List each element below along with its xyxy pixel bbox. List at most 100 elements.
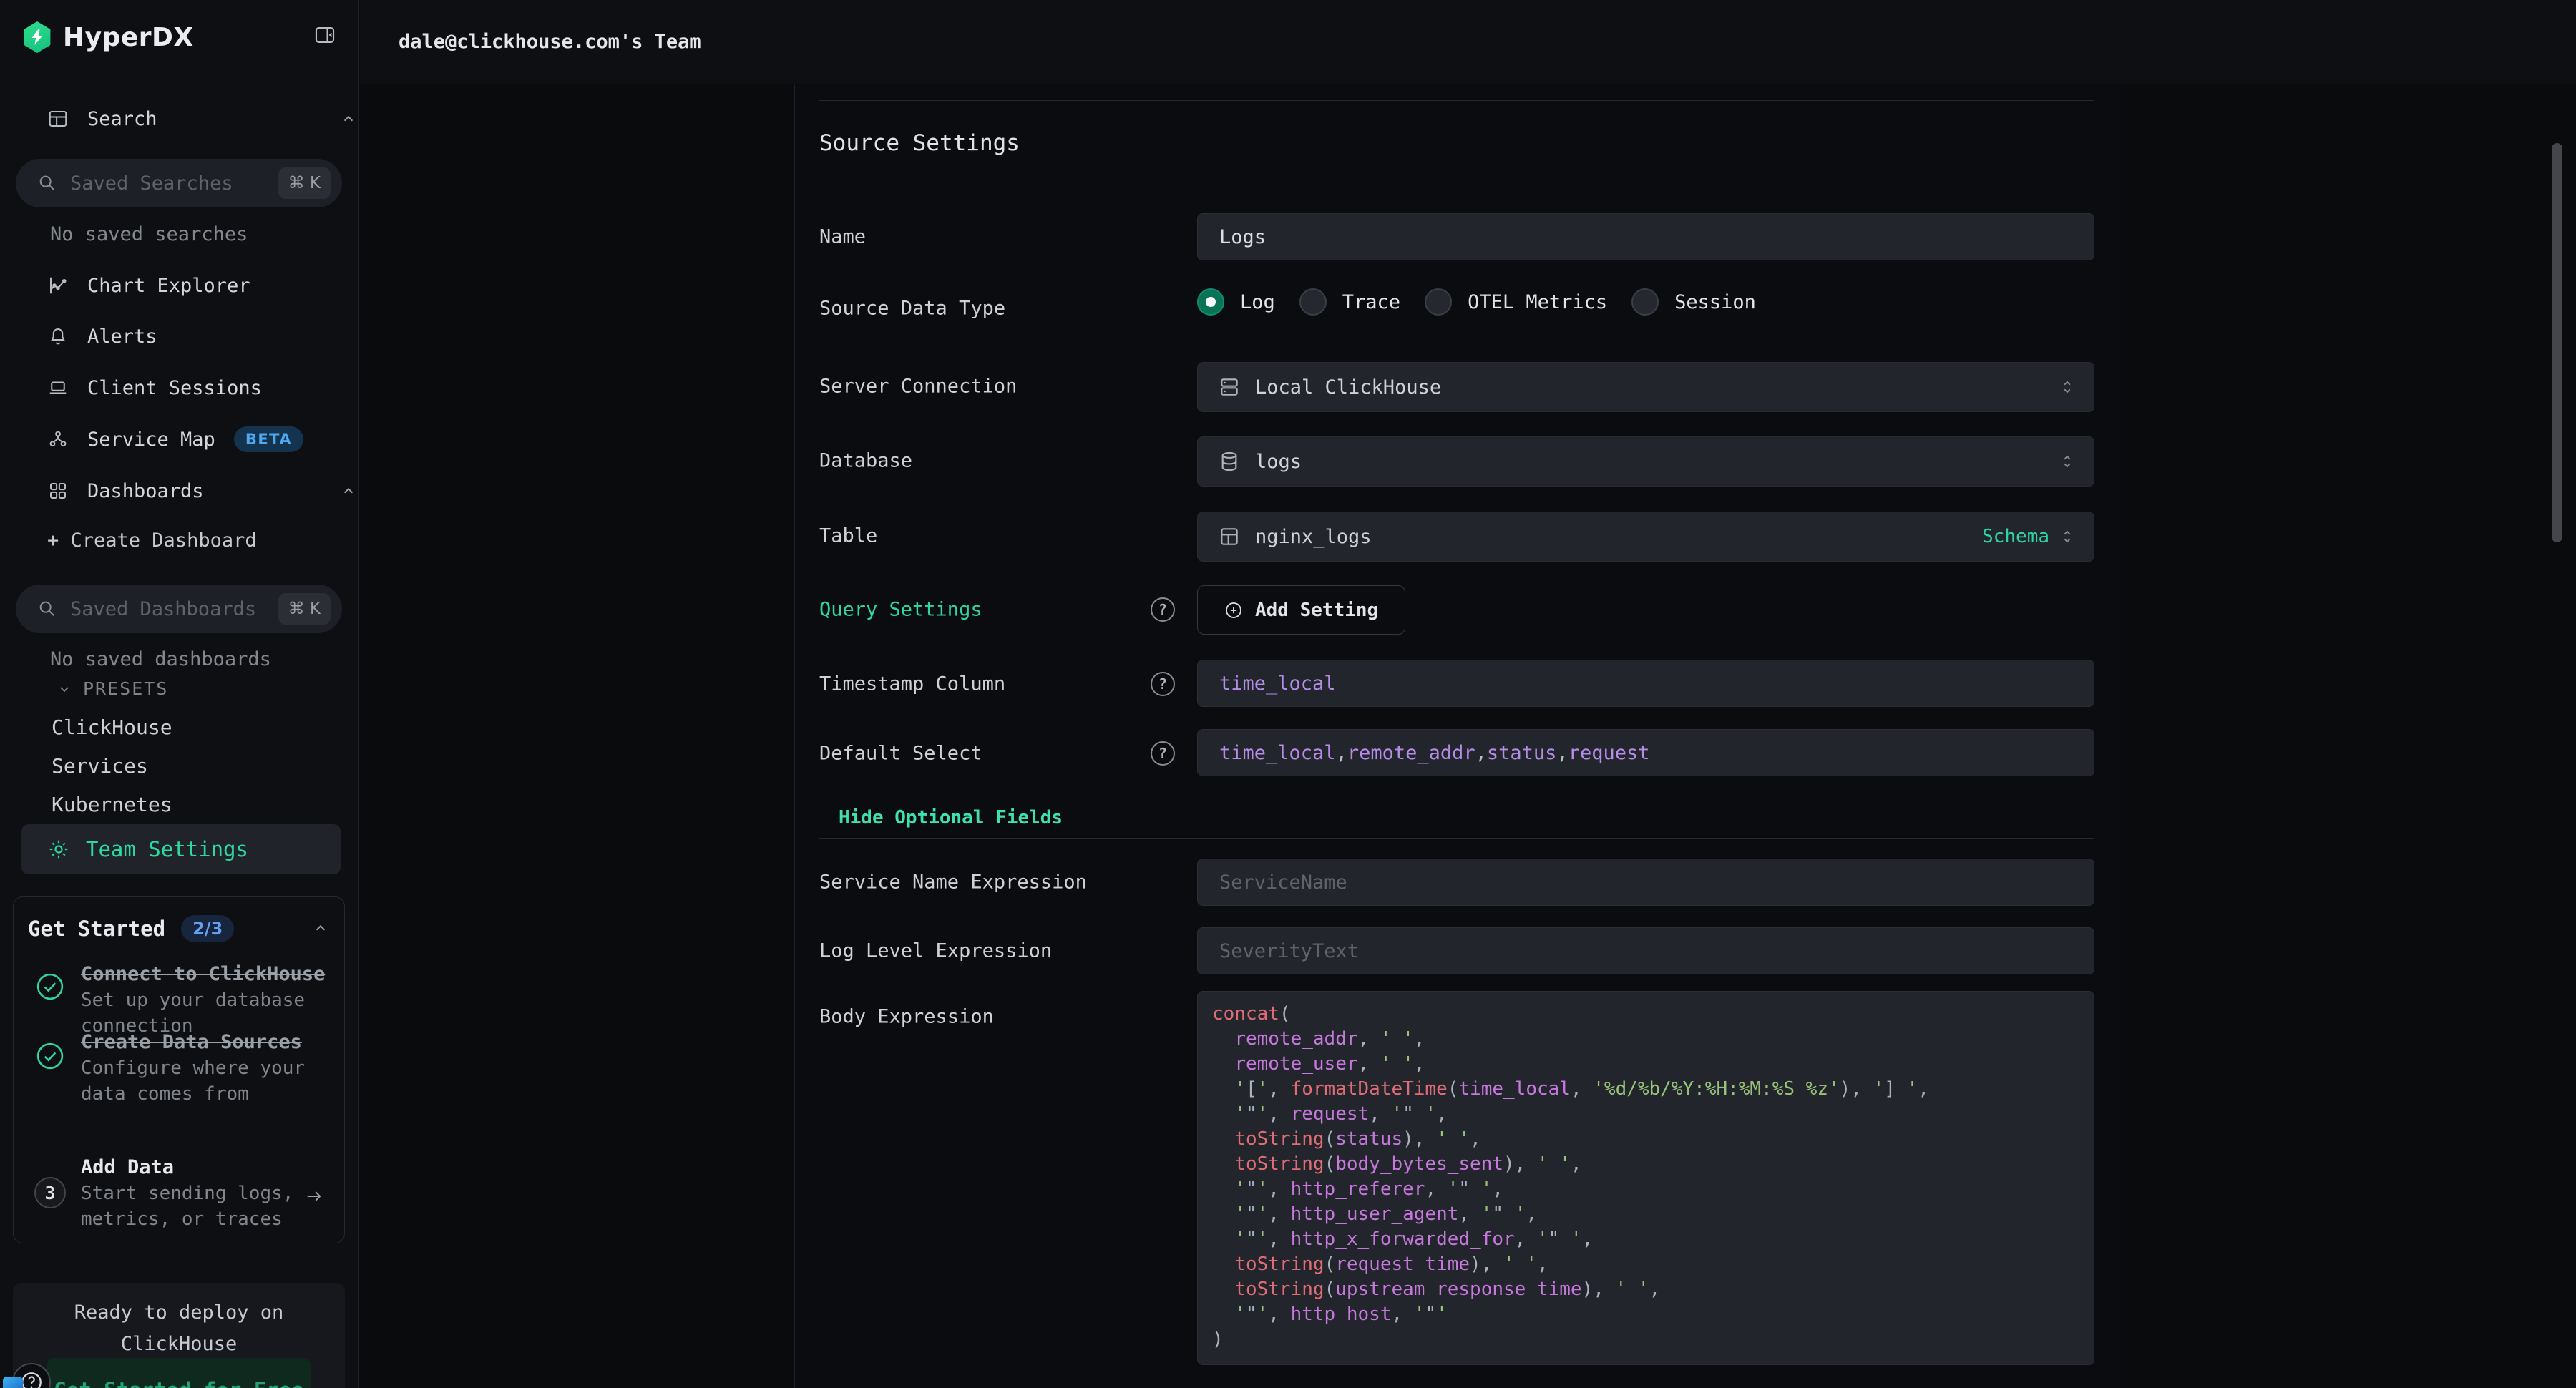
timestamp-column-label: Timestamp Column: [819, 673, 1005, 695]
selector-chevrons-icon: [2058, 527, 2077, 546]
radio-option-trace[interactable]: Trace: [1299, 288, 1400, 316]
radio-unselected[interactable]: [1425, 288, 1452, 316]
database-label: Database: [819, 450, 912, 472]
step-title: Connect to ClickHouse: [81, 962, 330, 987]
chevron-up-icon[interactable]: [339, 482, 358, 500]
chart-explorer-icon: [47, 275, 69, 296]
main-content: Source Settings Name Source Data Type Lo…: [360, 85, 2576, 1388]
saved-dashboards-placeholder: Saved Dashboards: [70, 598, 278, 620]
radio-option-log[interactable]: Log: [1197, 288, 1275, 316]
log-level-expression-input[interactable]: [1197, 927, 2094, 974]
sidebar-item-services[interactable]: Services: [52, 754, 148, 778]
sidebar-item-search[interactable]: Search: [47, 100, 157, 137]
timestamp-column-input[interactable]: time_local: [1197, 660, 2094, 707]
service-name-expression-label: Service Name Expression: [819, 871, 1087, 894]
shortcut-badge: ⌘ K: [278, 593, 331, 625]
step-subtitle-line: Set up your database: [81, 987, 330, 1013]
sidebar-item-service-map[interactable]: Service Map BETA: [47, 421, 303, 458]
default-select-input[interactable]: time_local, remote_addr, status, request: [1197, 729, 2094, 776]
get-started-free-button[interactable]: Get Started for Free: [47, 1358, 311, 1388]
get-started-header[interactable]: Get Started 2/3: [28, 913, 330, 944]
radio-unselected[interactable]: [1299, 288, 1327, 316]
name-input[interactable]: [1197, 213, 2094, 260]
radio-option-otel-metrics[interactable]: OTEL Metrics: [1425, 288, 1607, 316]
step-title: Add Data: [81, 1155, 330, 1181]
sidebar-item-dashboards[interactable]: Dashboards: [47, 472, 204, 509]
step-number-circle: 3: [34, 1177, 66, 1208]
beta-badge: BETA: [234, 426, 303, 452]
hyperdx-logo-icon: [23, 21, 52, 53]
service-name-expression-input[interactable]: [1197, 859, 2094, 906]
scrollbar-thumb[interactable]: [2552, 143, 2562, 542]
sidebar-item-label: Alerts: [87, 326, 157, 348]
get-started-title: Get Started: [28, 917, 165, 941]
query-settings-help-icon[interactable]: ?: [1151, 597, 1175, 622]
get-started-step-3[interactable]: 3 Add Data Start sending logs, metrics, …: [34, 1155, 330, 1232]
source-data-type-label: Source Data Type: [819, 298, 1005, 320]
section-divider: [819, 838, 2094, 839]
page-title: Source Settings: [819, 130, 1020, 156]
devtools-button[interactable]: [3, 1377, 23, 1388]
database-value: logs: [1255, 451, 1302, 473]
chevron-up-icon[interactable]: [339, 109, 358, 128]
no-saved-dashboards-text: No saved dashboards: [50, 648, 271, 670]
create-dashboard-label: + Create Dashboard: [47, 529, 257, 552]
default-select-help-icon[interactable]: ?: [1151, 741, 1175, 766]
radio-selected[interactable]: [1197, 288, 1224, 316]
sidebar-item-label: Client Sessions: [87, 377, 262, 399]
chevron-down-icon: [56, 680, 73, 698]
check-circle-icon: [34, 971, 66, 1002]
clickhouse-cloud-promo: Ready to deploy on ClickHouse Cloud? Get…: [13, 1283, 345, 1388]
radio-option-session[interactable]: Session: [1631, 288, 1756, 316]
schema-button[interactable]: Schema: [1982, 526, 2049, 547]
saved-searches-input[interactable]: Saved Searches ⌘ K: [16, 159, 342, 207]
add-setting-button[interactable]: Add Setting: [1197, 585, 1405, 635]
shortcut-badge: ⌘ K: [278, 167, 331, 199]
selector-chevrons-icon: [2058, 378, 2077, 396]
search-icon: [37, 599, 57, 619]
database-icon: [1218, 450, 1241, 473]
step-subtitle-line: Configure where your: [81, 1055, 330, 1081]
radio-unselected[interactable]: [1631, 288, 1659, 316]
get-started-step-2[interactable]: Create Data Sources Configure where your…: [34, 1030, 330, 1107]
sidebar-item-label: Chart Explorer: [87, 275, 250, 297]
sidebar-item-client-sessions[interactable]: Client Sessions: [47, 369, 262, 406]
team-title: dale@clickhouse.com's Team: [399, 31, 701, 53]
step-subtitle-line: data comes from: [81, 1081, 330, 1107]
search-icon: [37, 173, 57, 193]
selector-chevrons-icon: [2058, 452, 2077, 471]
sidebar-item-label: Dashboards: [87, 480, 204, 502]
create-dashboard-button[interactable]: + Create Dashboard: [47, 522, 257, 559]
no-saved-searches-text: No saved searches: [50, 223, 248, 245]
sidebar-collapse-icon[interactable]: [313, 23, 337, 47]
team-settings-label: Team Settings: [86, 837, 248, 861]
sidebar-item-kubernetes[interactable]: Kubernetes: [52, 793, 172, 816]
add-setting-label: Add Setting: [1255, 600, 1378, 621]
chevron-up-icon[interactable]: [311, 919, 330, 937]
server-connection-label: Server Connection: [819, 376, 1017, 398]
timestamp-help-icon[interactable]: ?: [1151, 672, 1175, 696]
sidebar-item-clickhouse[interactable]: ClickHouse: [52, 715, 172, 739]
sidebar-item-chart-explorer[interactable]: Chart Explorer: [47, 267, 250, 304]
sidebar-item-team-settings[interactable]: Team Settings: [21, 824, 341, 874]
body-expression-editor[interactable]: concat( remote_addr, ' ', remote_user, '…: [1197, 991, 2094, 1365]
presets-label: PRESETS: [83, 678, 168, 699]
name-label: Name: [819, 226, 866, 248]
database-select[interactable]: logs: [1197, 436, 2094, 487]
step-title: Create Data Sources: [81, 1030, 330, 1055]
arrow-right-icon: [304, 1186, 324, 1206]
server-icon: [1218, 376, 1241, 399]
source-data-type-radio-group: Log Trace OTEL Metrics Session: [1197, 285, 1756, 318]
check-circle-icon: [34, 1040, 66, 1072]
server-connection-select[interactable]: Local ClickHouse: [1197, 362, 2094, 412]
hide-optional-fields-link[interactable]: Hide Optional Fields: [839, 807, 1063, 829]
presets-toggle[interactable]: PRESETS: [56, 678, 168, 699]
topbar: dale@clickhouse.com's Team: [360, 0, 2576, 84]
saved-dashboards-input[interactable]: Saved Dashboards ⌘ K: [16, 585, 342, 633]
promo-text-line: Ready to deploy on ClickHouse: [13, 1297, 345, 1360]
table-select[interactable]: nginx_logs Schema: [1197, 512, 2094, 562]
bell-icon: [47, 326, 69, 347]
sidebar-item-alerts[interactable]: Alerts: [47, 318, 157, 355]
get-started-step-1[interactable]: Connect to ClickHouse Set up your databa…: [34, 962, 330, 1039]
sidebar: HyperDX Search Saved Searches ⌘ K No sav…: [0, 0, 359, 1388]
